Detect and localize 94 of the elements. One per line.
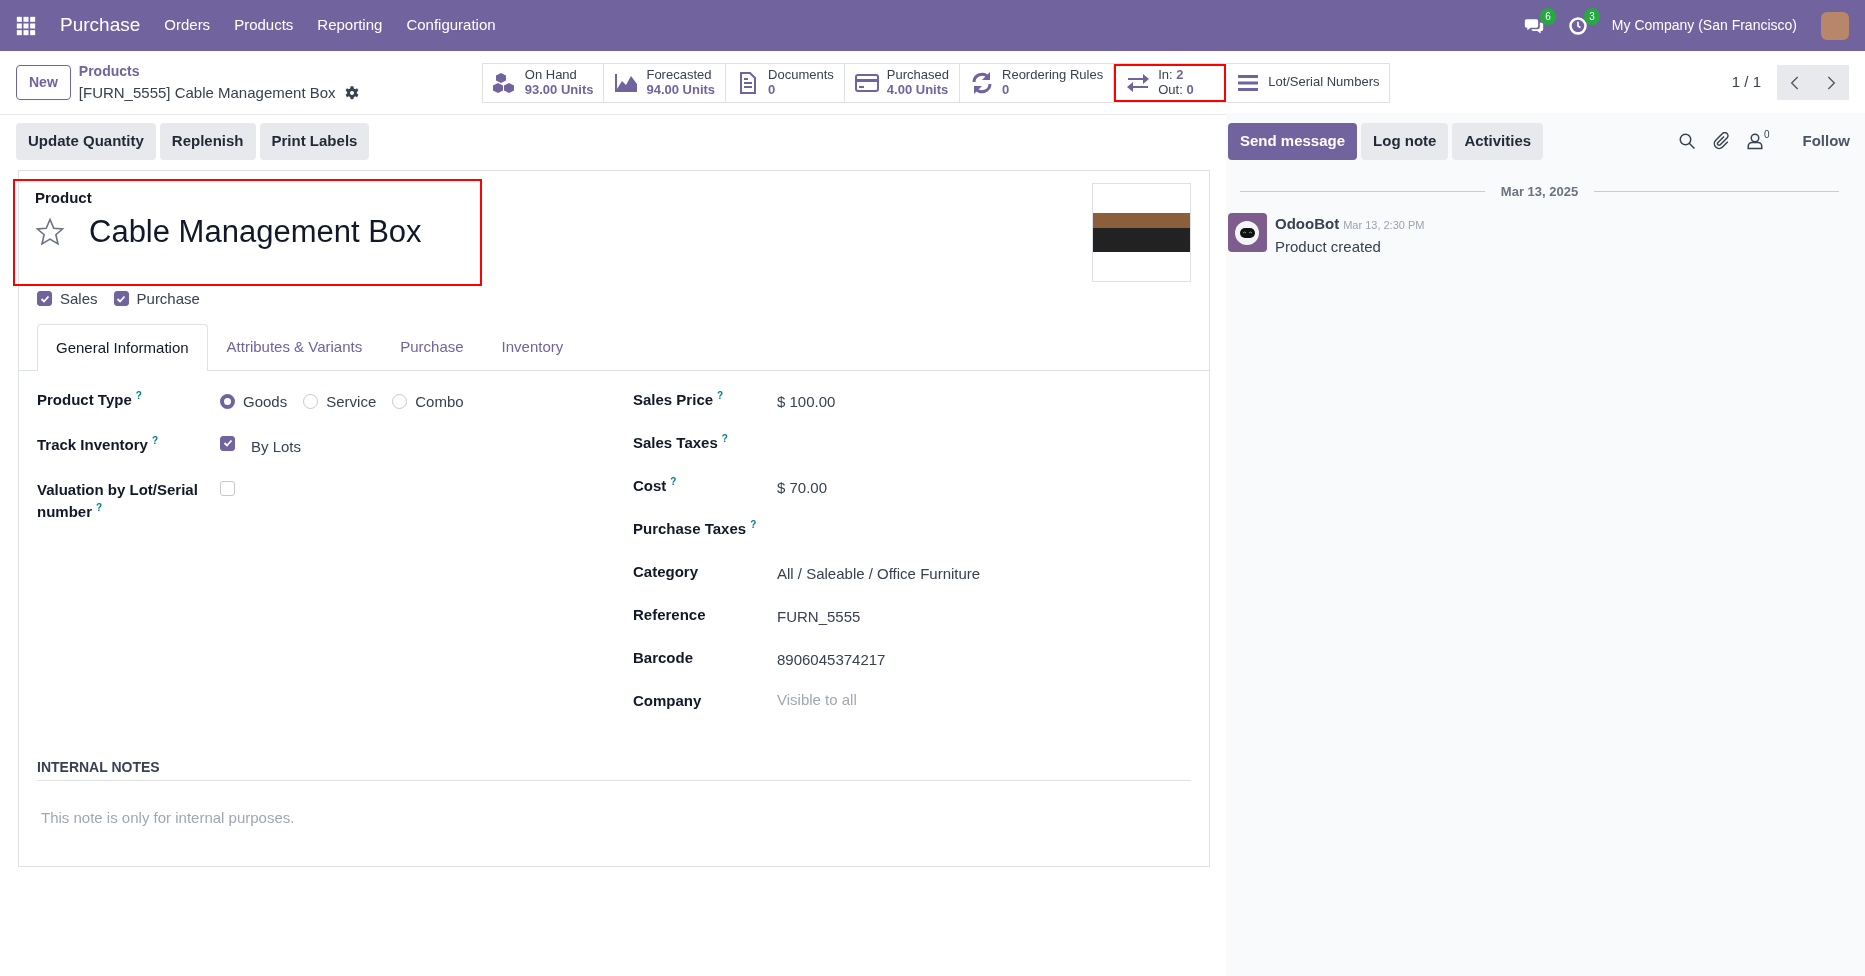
author-name: OdooBot [1275,214,1340,234]
checkbox[interactable] [37,291,52,307]
field-label: Sales Price $^{?}$ [633,388,724,410]
field-value: By Lots [251,436,302,457]
date-separator: Mar 13, 2025 [1500,182,1579,201]
radio-label: Combo [415,391,464,412]
button-label: Purchased [886,67,949,83]
menu-item[interactable]: Orders [164,14,211,37]
tab[interactable]: Attributes & Variants [207,324,382,370]
star-icon [35,217,65,248]
product-name: Cable Management Box [89,213,422,251]
refresh-icon [970,70,994,95]
tab[interactable]: General Information [37,324,208,371]
button-label: Documents [768,67,834,83]
field-label: Company [633,690,702,711]
stat-value: 93.00 Units [524,82,594,98]
favorite-star[interactable] [35,217,65,248]
company-name[interactable]: My Company (San Francisco) [1611,15,1797,36]
field-label: Product [35,187,93,208]
stat-value: 94.00 Units [646,82,716,98]
in-label: In: [1158,66,1173,82]
user-avatar[interactable] [1821,11,1849,40]
field-label: Category [633,561,699,582]
apps-menu-icon [16,15,36,36]
tab[interactable]: Inventory [482,324,583,370]
notes-field[interactable]: This note is only for internal purposes. [41,806,741,829]
action-button[interactable]: Print Labels [259,123,370,160]
button-label: On Hand [524,67,578,83]
radio-button[interactable] [220,394,235,410]
pager-value: 1 / 1 [1731,72,1761,93]
field-value: $ 100.00 [777,391,836,412]
menu-item[interactable]: Configuration [406,14,496,37]
checkbox-label: Purchase [136,288,200,309]
field-label: Track Inventory $^{?}$ [37,433,158,455]
checkbox[interactable] [220,435,235,451]
pager-button[interactable] [1777,65,1813,100]
button-label: Lot/Serial Numbers [1268,75,1380,90]
button-label: Forecasted [646,67,713,83]
field-value: FURN_5555 [777,606,861,627]
radio-button[interactable] [392,394,408,410]
clock-icon [1567,15,1588,36]
radio-button[interactable] [303,394,319,410]
person-icon [1745,132,1764,151]
radio-label: Goods [243,391,288,412]
section-heading: INTERNAL NOTES [37,756,1191,781]
action-button[interactable]: Replenish [159,123,256,160]
field-value: $ 70.00 [777,477,828,498]
chatter-button[interactable]: Log note [1361,123,1449,160]
checkbox[interactable] [220,480,235,496]
field-label: Reference [633,604,706,625]
search-icon [1677,132,1696,151]
radio-label: Service [326,391,377,412]
checkbox-label: Sales [60,288,98,309]
chatter-button[interactable]: Activities [1452,123,1544,160]
field-label: Valuation by Lot/Serial number $^{?}$ [37,479,199,522]
field-label: Cost $^{?}$ [633,474,677,496]
field-label: Product Type $^{?}$ [37,388,142,410]
paperclip-icon [1711,132,1730,151]
stat-value: 0 [1002,82,1010,98]
breadcrumb-link[interactable]: Products [78,60,474,82]
out-value: 0 [1186,81,1194,97]
follower-count: 0 [1763,130,1770,141]
count-badge: 6 [1540,7,1556,25]
chatter-button[interactable]: Send message [1228,123,1358,160]
message-time: Mar 13, 2:30 PM [1343,218,1425,233]
out-label: Out: [1158,81,1183,97]
in-value: 2 [1176,66,1184,82]
follow-button[interactable]: Follow [1801,129,1851,154]
message-body: Product created [1275,236,1382,257]
check-icon [222,438,233,448]
checkbox[interactable] [113,291,129,307]
pager-button[interactable] [1813,65,1849,100]
check-icon [39,293,50,304]
record-name: [FURN_5555] Cable Management Box [78,82,336,103]
field-label: Sales Taxes $^{?}$ [633,431,728,453]
field-value: All / Saleable / Office Furniture [777,563,981,584]
gear-icon [343,85,360,101]
stat-value: 0 [768,82,777,98]
menu-item[interactable]: Reporting [317,14,383,37]
field-label: Purchase Taxes $^{?}$ [633,517,757,539]
field-value: 8906045374217 [777,649,886,670]
button-label: Reordering Rules [1002,67,1104,83]
stat-value: 4.00 Units [886,82,949,98]
field-label: Barcode [633,647,694,668]
app-name[interactable]: Purchase [60,11,141,40]
cubes-icon [492,70,517,95]
action-button[interactable]: Update Quantity [16,123,156,160]
menu-item[interactable]: Products [234,14,294,37]
tab[interactable]: Purchase [381,324,483,370]
count-badge: 3 [1584,7,1600,25]
new-button[interactable]: New [16,65,71,100]
company-field[interactable]: Visible to all [777,689,1077,712]
smart-button[interactable]: In: 2 Out: 0 [1114,63,1227,102]
check-icon [116,293,127,304]
